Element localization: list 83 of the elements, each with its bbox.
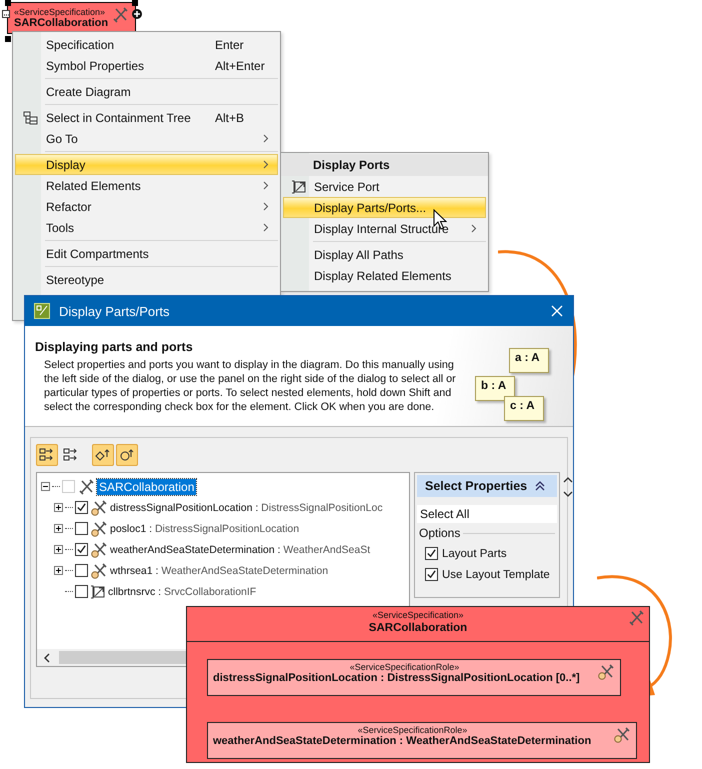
- checkbox[interactable]: [75, 501, 88, 514]
- selection-handle[interactable]: [5, 36, 11, 42]
- selection-handle[interactable]: [132, 0, 138, 6]
- menu-item[interactable]: Symbol Properties Alt+Enter: [15, 55, 278, 76]
- selection-handle[interactable]: [5, 0, 11, 6]
- tree-item[interactable]: distressSignalPositionLocation : DistressSignalPositionLoc: [110, 502, 383, 514]
- checkbox[interactable]: [425, 568, 438, 581]
- checkbox-label: Use Layout Template: [442, 568, 550, 580]
- menu-item[interactable]: Select in Containment Tree Alt+B: [15, 107, 278, 128]
- expand-all-button[interactable]: [36, 444, 58, 466]
- checkbox[interactable]: [75, 585, 88, 598]
- expand-icon[interactable]: [54, 524, 63, 533]
- menu-item[interactable]: Display: [15, 154, 278, 175]
- menu-item[interactable]: Create Diagram: [15, 81, 278, 102]
- note-shape: b : A: [475, 376, 516, 401]
- stereotype-label: «ServiceSpecification»: [372, 610, 464, 620]
- menu-item[interactable]: Go To: [15, 128, 278, 149]
- group-label: Options: [419, 526, 460, 540]
- part-label: distressSignalPositionLocation : DistressSignalPositionLocation [0..*]: [213, 672, 581, 684]
- scroll-arrows-icon[interactable]: [563, 476, 573, 498]
- tree-item[interactable]: wthrsea1 : WeatherAndSeaStateDetermination: [110, 564, 328, 576]
- panel-title: Select Properties: [425, 479, 528, 493]
- show-parts-button[interactable]: [92, 444, 114, 466]
- window-title: Display Parts/Ports: [59, 304, 171, 318]
- select-all-item[interactable]: Select All: [417, 505, 557, 523]
- menu-item[interactable]: Related Elements: [15, 175, 278, 196]
- part-icon: [90, 500, 108, 516]
- port-icon: [90, 584, 106, 600]
- menu-item[interactable]: Display Related Elements: [283, 265, 486, 286]
- tools-icon: [111, 7, 129, 23]
- show-ports-button[interactable]: [116, 444, 138, 466]
- menu-item[interactable]: Display All Paths: [283, 244, 486, 265]
- stereotype-label: «ServiceSpecification»: [14, 7, 106, 17]
- menu-item[interactable]: Specification Enter: [15, 34, 278, 55]
- menu-item[interactable]: Stereotype: [15, 269, 278, 290]
- checkbox[interactable]: [75, 522, 88, 535]
- list-arrows-icon: [39, 447, 55, 463]
- close-icon[interactable]: [551, 305, 563, 317]
- note-shape: c : A: [504, 396, 544, 421]
- expand-icon[interactable]: [54, 566, 63, 575]
- part-icon: [613, 727, 631, 743]
- menu-header: Display Ports: [313, 158, 390, 172]
- expand-icon[interactable]: [54, 503, 63, 512]
- part-label: weatherAndSeaStateDetermination : WeatherAndSeaStateDetermination: [213, 735, 592, 747]
- stereotype-label: «ServiceSpecificationRole»: [358, 725, 468, 735]
- scroll-left-icon[interactable]: [43, 652, 51, 662]
- menu-item[interactable]: Display Parts/Ports...: [283, 197, 486, 218]
- dialog-heading: Displaying parts and ports: [35, 340, 194, 354]
- part-icon: [90, 520, 108, 536]
- menu-item[interactable]: Refactor: [15, 196, 278, 217]
- checkbox[interactable]: [75, 543, 88, 556]
- diagram-element[interactable]: «ServiceSpecification» SARCollaboration: [8, 3, 135, 33]
- menu-item[interactable]: Tools: [15, 217, 278, 238]
- tree-item[interactable]: weatherAndSeaStateDetermination : WeatherAndSeaSt: [110, 544, 370, 556]
- tree-item[interactable]: SARCollaboration: [97, 478, 196, 494]
- stereotype-label: «ServiceSpecificationRole»: [350, 662, 460, 672]
- tools-icon: [77, 478, 95, 494]
- diamond-arrow-icon: [95, 447, 111, 463]
- compartment-toggle-icon[interactable]: [2, 10, 10, 18]
- horizontal-scrollbar[interactable]: [37, 649, 187, 666]
- tree-item[interactable]: posloc1 : DistressSignalPositionLocation: [110, 522, 300, 534]
- tree-item[interactable]: cllbrtnsrvc : SrvcCollaborationIF: [108, 586, 256, 598]
- menu-item[interactable]: Edit Compartments: [15, 243, 278, 264]
- collapse-icon[interactable]: [41, 482, 50, 491]
- app-icon: [34, 303, 50, 319]
- list-arrows-icon: [63, 447, 79, 463]
- circle-arrow-icon: [119, 447, 135, 463]
- menu-item[interactable]: Service Port: [283, 176, 486, 197]
- tools-icon: [627, 610, 645, 626]
- element-name: SARCollaboration: [368, 622, 468, 634]
- expand-icon[interactable]: [54, 545, 63, 554]
- part-icon: [90, 542, 108, 558]
- dialog-description: Select properties and ports you want to display in the diagram. Do this manually using the left side of the dialog, or use the panel on the right side of the dialog to select all or particular types of properties or ports. To select nested elements, hold down Shift and select the corresponding check box for the element. Click OK when you are done.: [44, 358, 457, 414]
- checkbox[interactable]: [425, 547, 438, 560]
- checkbox-label: Layout Parts: [442, 548, 507, 560]
- part-icon: [597, 664, 615, 680]
- add-icon[interactable]: [132, 9, 142, 19]
- note-shape: a : A: [509, 348, 548, 373]
- checkbox[interactable]: [75, 564, 88, 577]
- menu-item[interactable]: Display Internal Structure: [283, 218, 486, 239]
- part-icon: [90, 562, 108, 578]
- collapse-icon[interactable]: [535, 481, 545, 491]
- element-name: SARCollaboration: [14, 17, 108, 29]
